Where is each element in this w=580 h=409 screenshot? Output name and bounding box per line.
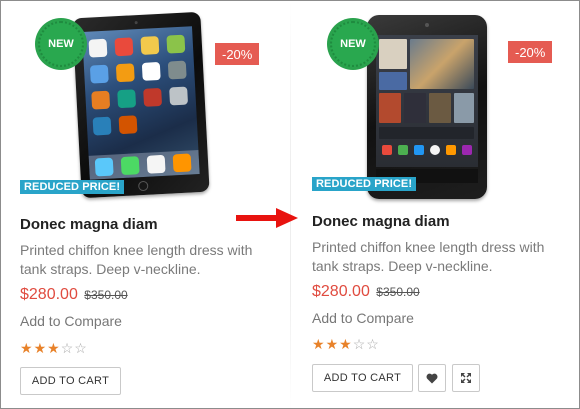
product-grid: NEW -20% REDUCED PRICE! Donec magna diam… xyxy=(0,0,580,409)
add-to-cart-button[interactable]: ADD TO CART xyxy=(20,367,121,395)
current-price: $280.00 xyxy=(312,283,370,300)
price-row: $280.00 $350.00 xyxy=(20,286,128,304)
product-card-1: NEW -20% REDUCED PRICE! Donec magna diam… xyxy=(1,1,271,408)
column-divider xyxy=(290,1,291,408)
star-empty-icon: ☆ xyxy=(366,336,380,352)
camera-dot xyxy=(425,23,429,27)
add-to-cart-button[interactable]: ADD TO CART xyxy=(312,364,413,392)
quick-view-button[interactable] xyxy=(452,364,480,392)
old-price: $350.00 xyxy=(376,285,420,299)
rating-stars: ★★★☆☆ xyxy=(312,336,380,353)
nexus-tablet-image[interactable] xyxy=(367,15,487,199)
price-row: $280.00 $350.00 xyxy=(312,283,420,301)
tablet-screen xyxy=(376,35,478,167)
star-filled-icon: ★ xyxy=(325,336,340,352)
product-description: Printed chiffon knee length dress with t… xyxy=(312,239,545,274)
add-to-compare-link[interactable]: Add to Compare xyxy=(20,313,122,329)
add-to-compare-link[interactable]: Add to Compare xyxy=(312,310,414,326)
star-filled-icon: ★ xyxy=(20,340,34,356)
wishlist-button[interactable] xyxy=(418,364,446,392)
old-price: $350.00 xyxy=(84,288,128,302)
discount-badge: -20% xyxy=(215,43,260,65)
product-title[interactable]: Donec magna diam xyxy=(312,213,450,230)
app-icons xyxy=(88,34,190,136)
star-empty-icon: ☆ xyxy=(74,340,88,356)
current-price: $280.00 xyxy=(20,286,78,303)
new-badge: NEW xyxy=(38,21,84,67)
product-description: Printed chiffon knee length dress with t… xyxy=(20,242,253,277)
heart-icon xyxy=(426,373,438,383)
expand-icon xyxy=(461,373,471,383)
star-empty-icon: ☆ xyxy=(352,336,367,352)
ipad-tablet-image[interactable] xyxy=(72,11,210,199)
star-filled-icon: ★ xyxy=(47,340,61,356)
rating-stars: ★★★☆☆ xyxy=(20,340,88,357)
camera-dot xyxy=(134,21,138,25)
star-empty-icon: ☆ xyxy=(60,340,75,356)
reduced-price-badge: REDUCED PRICE! xyxy=(312,177,417,191)
star-filled-icon: ★ xyxy=(33,340,48,356)
home-button xyxy=(137,180,149,192)
app-dock xyxy=(88,150,200,180)
new-badge: NEW xyxy=(330,21,376,67)
reduced-price-badge: REDUCED PRICE! xyxy=(20,180,125,194)
red-arrow-icon xyxy=(236,208,298,228)
tablet-screen xyxy=(82,26,200,180)
product-card-2: NEW -20% REDUCED PRICE! Donec magna diam… xyxy=(293,1,563,408)
star-filled-icon: ★ xyxy=(312,336,326,352)
discount-badge: -20% xyxy=(508,41,553,63)
product-title[interactable]: Donec magna diam xyxy=(20,216,158,233)
star-filled-icon: ★ xyxy=(339,336,353,352)
